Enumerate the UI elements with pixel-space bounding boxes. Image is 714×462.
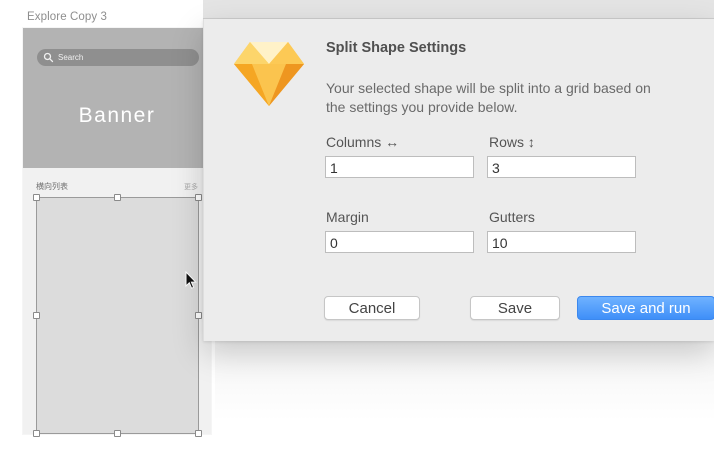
banner[interactable]: Search Banner xyxy=(23,28,211,168)
rows-label: Rows ↕ xyxy=(489,134,535,150)
resize-handle-bottom[interactable] xyxy=(114,430,121,437)
mouse-pointer-icon xyxy=(185,270,197,290)
dialog-description: Your selected shape will be split into a… xyxy=(326,80,651,115)
resize-handle-left[interactable] xyxy=(33,312,40,319)
dialog-shadow xyxy=(215,341,714,421)
cancel-button[interactable]: Cancel xyxy=(324,296,420,320)
selected-rectangle[interactable] xyxy=(36,197,199,434)
save-button[interactable]: Save xyxy=(470,296,560,320)
gutters-input[interactable] xyxy=(487,231,636,253)
resize-handle-bottom-left[interactable] xyxy=(33,430,40,437)
save-and-run-button[interactable]: Save and run xyxy=(577,296,714,320)
search-icon xyxy=(43,52,54,63)
margin-input[interactable] xyxy=(325,231,474,253)
resize-handle-right[interactable] xyxy=(195,312,202,319)
artboard-title[interactable]: Explore Copy 3 xyxy=(27,11,107,23)
search-bar[interactable]: Search xyxy=(37,49,199,66)
section-label: 横向列表 xyxy=(36,182,68,191)
columns-label: Columns ↔ xyxy=(326,134,400,150)
resize-handle-bottom-right[interactable] xyxy=(195,430,202,437)
section-more-link: 更多 xyxy=(184,184,198,191)
columns-input[interactable] xyxy=(325,156,474,178)
resize-handle-top-left[interactable] xyxy=(33,194,40,201)
resize-handle-top[interactable] xyxy=(114,194,121,201)
rows-input[interactable] xyxy=(487,156,636,178)
banner-text: Banner xyxy=(78,104,156,127)
artboard[interactable]: Search Banner 横向列表 更多 xyxy=(23,28,211,434)
dialog-title: Split Shape Settings xyxy=(326,40,467,56)
sketch-diamond-icon xyxy=(232,39,306,109)
gutters-label: Gutters xyxy=(489,209,535,225)
resize-handle-top-right[interactable] xyxy=(195,194,202,201)
split-shape-dialog: Split Shape Settings Your selected shape… xyxy=(203,19,714,341)
margin-label: Margin xyxy=(326,209,369,225)
search-placeholder: Search xyxy=(58,53,84,62)
dialog-titlebar xyxy=(203,0,714,19)
